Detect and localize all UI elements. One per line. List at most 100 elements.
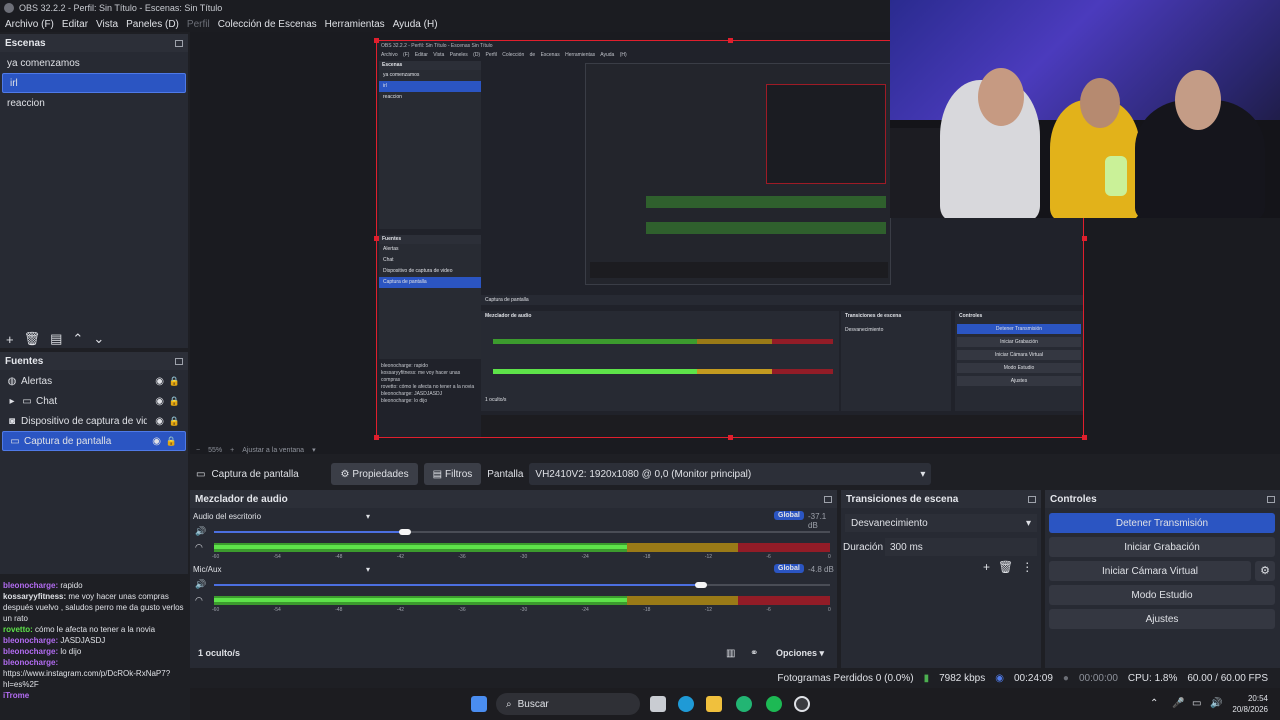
- menu-perfil[interactable]: Perfil: [187, 19, 210, 30]
- add-icon[interactable]: +: [6, 332, 14, 347]
- speaker-icon[interactable]: 🔊: [195, 526, 206, 537]
- eye-icon[interactable]: ◉: [155, 396, 164, 407]
- task-view-icon[interactable]: [650, 696, 666, 712]
- transform-handle[interactable]: [1082, 435, 1087, 440]
- obs-logo-icon: [4, 3, 14, 13]
- obs-icon[interactable]: [794, 696, 810, 712]
- chevron-up-icon[interactable]: ⌃: [1150, 698, 1158, 709]
- source-toolbar: ▭ Captura de pantalla ⚙ Propiedades ▤ Filt…: [190, 460, 1280, 488]
- menu-vista[interactable]: Vista: [96, 19, 118, 30]
- menu-archivo[interactable]: Archivo (F): [5, 19, 54, 30]
- inner-menu: Archivo (F) Editar Vista Paneles (D) Per…: [381, 52, 627, 58]
- display-select[interactable]: VH2410V2: 1920x1080 @ 0,0 (Monitor princ…: [529, 463, 932, 485]
- transition-select[interactable]: Desvanecimiento ▾: [845, 514, 1037, 532]
- network-icon[interactable]: ▭: [1192, 698, 1201, 709]
- studio-mode-button[interactable]: Modo Estudio: [1049, 585, 1275, 605]
- link-icon[interactable]: ⚭: [750, 648, 758, 659]
- transform-handle[interactable]: [728, 435, 733, 440]
- more-icon[interactable]: ⋮: [1021, 560, 1033, 574]
- speaker-icon[interactable]: 🔊: [195, 579, 206, 590]
- inner-preview: [585, 63, 891, 285]
- edge-icon[interactable]: [678, 696, 694, 712]
- transform-handle[interactable]: [1082, 236, 1087, 241]
- source-item[interactable]: ▸ ▭ Chat ◉ 🔒: [0, 391, 188, 411]
- lock-icon[interactable]: 🔒: [169, 396, 180, 407]
- folder-icon: ▭: [22, 395, 32, 407]
- undock-icon[interactable]: [824, 495, 832, 503]
- headphones-icon[interactable]: ◠: [195, 542, 203, 553]
- transform-handle[interactable]: [374, 435, 379, 440]
- chevron-down-icon[interactable]: ▾: [366, 512, 370, 521]
- undock-icon[interactable]: [1267, 495, 1275, 503]
- start-recording-button[interactable]: Iniciar Grabación: [1049, 537, 1275, 557]
- headphones-icon[interactable]: ◠: [195, 595, 203, 606]
- source-item-selected[interactable]: ▭ Captura de pantalla ◉ 🔒: [2, 431, 186, 451]
- stop-streaming-button[interactable]: Detener Transmisión: [1049, 513, 1275, 533]
- eye-icon[interactable]: ◉: [152, 436, 161, 447]
- source-item[interactable]: ◍ Alertas ◉ 🔒: [0, 371, 188, 391]
- trash-icon[interactable]: 🗑: [998, 560, 1013, 574]
- properties-button[interactable]: ⚙ Propiedades: [331, 463, 418, 485]
- duration-input[interactable]: 300 ms: [885, 538, 1037, 556]
- chevron-down-icon[interactable]: ▾: [366, 565, 370, 574]
- spotify-icon[interactable]: [766, 696, 782, 712]
- hidden-count[interactable]: 1 oculto/s: [198, 648, 240, 658]
- taskbar-search[interactable]: ⌕ Buscar: [496, 693, 640, 715]
- menu-paneles[interactable]: Paneles (D): [126, 19, 179, 30]
- settings-button[interactable]: Ajustes: [1049, 609, 1275, 629]
- filter-icon[interactable]: ▤: [50, 331, 62, 347]
- meter-tick-label: -6: [766, 607, 771, 613]
- lock-icon[interactable]: 🔒: [169, 376, 180, 387]
- undock-icon[interactable]: [1028, 495, 1036, 503]
- menu-ayuda[interactable]: Ayuda (H): [393, 19, 438, 30]
- transform-handle[interactable]: [374, 236, 379, 241]
- monitor-icon: ▭: [196, 468, 206, 480]
- windows-start-icon[interactable]: [471, 696, 487, 712]
- start-virtual-camera-button[interactable]: Iniciar Cámara Virtual: [1049, 561, 1251, 581]
- volume-slider-fill[interactable]: [214, 531, 405, 533]
- source-item[interactable]: ◙ Dispositivo de captura de video ◉ 🔒: [0, 411, 188, 431]
- browser-icon[interactable]: [736, 696, 752, 712]
- transform-handle[interactable]: [374, 38, 379, 43]
- undock-icon[interactable]: [175, 39, 183, 47]
- eye-icon[interactable]: ◉: [155, 416, 164, 427]
- undock-icon[interactable]: [175, 357, 183, 365]
- volume-slider-track[interactable]: [404, 531, 830, 533]
- volume-slider-track[interactable]: [700, 584, 830, 586]
- move-up-icon[interactable]: ⌃: [72, 331, 83, 347]
- gear-icon[interactable]: ⚙: [1255, 561, 1275, 581]
- zoom-in-icon[interactable]: +: [230, 447, 234, 454]
- mixer-layout-icon[interactable]: ▥: [726, 648, 735, 659]
- clock[interactable]: 20:54 20/8/2026: [1232, 693, 1268, 715]
- trash-icon[interactable]: 🗑: [24, 331, 41, 347]
- meter-tick-label: -60: [212, 554, 220, 560]
- volume-slider-knob[interactable]: [694, 582, 707, 588]
- status-bar: Fotogramas Perdidos 0 (0.0%) ▮ 7982 kbps…: [777, 672, 1268, 684]
- chat-overlay: bleonocharge: rapido kossaryyfitness: me…: [0, 580, 190, 720]
- eye-icon[interactable]: ◉: [155, 376, 164, 387]
- file-explorer-icon[interactable]: [706, 696, 722, 712]
- chat-message: iTrome: [3, 691, 30, 700]
- volume-icon[interactable]: 🔊: [1210, 698, 1222, 709]
- transform-handle[interactable]: [728, 38, 733, 43]
- menu-coleccion[interactable]: Colección de Escenas: [218, 19, 317, 30]
- menu-herramientas[interactable]: Herramientas: [325, 19, 385, 30]
- scene-item-selected[interactable]: irl: [2, 73, 186, 93]
- volume-slider-fill[interactable]: [214, 584, 701, 586]
- options-button[interactable]: Opciones ▾: [776, 648, 824, 659]
- lock-icon[interactable]: 🔒: [166, 436, 177, 447]
- lock-icon[interactable]: 🔒: [169, 416, 180, 427]
- menu-editar[interactable]: Editar: [62, 19, 88, 30]
- chevron-down-icon[interactable]: ▾: [312, 446, 316, 454]
- microphone-icon[interactable]: 🎤: [1172, 698, 1184, 709]
- move-down-icon[interactable]: ⌄: [93, 331, 104, 347]
- filters-button[interactable]: ▤ Filtros: [423, 463, 482, 485]
- scene-item[interactable]: reaccion: [0, 93, 188, 113]
- add-icon[interactable]: +: [983, 560, 990, 574]
- expand-icon[interactable]: ▸: [6, 396, 18, 407]
- inner-controls: Controles Detener Transmisión Iniciar Gr…: [955, 311, 1083, 411]
- menu-bar: Archivo (F) Editar Vista Paneles (D) Per…: [0, 16, 890, 32]
- volume-slider-knob[interactable]: [398, 529, 411, 535]
- scene-item[interactable]: ya comenzamos: [0, 53, 188, 73]
- zoom-out-icon[interactable]: −: [196, 447, 200, 454]
